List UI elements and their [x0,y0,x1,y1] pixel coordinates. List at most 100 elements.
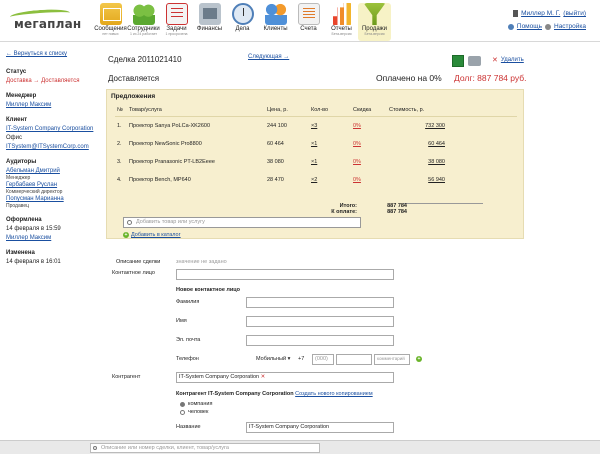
row-qty[interactable]: ×1 [311,141,317,147]
row-cost[interactable]: 38 080 [428,159,445,165]
radio-person[interactable]: человек [180,409,208,415]
counterparty-subtitle: Контрагент IT-System Company Corporation… [176,391,373,397]
row-product[interactable]: Проектор Bench, MP640 [127,171,265,189]
col-number: № [115,104,127,117]
phone-area-input[interactable]: (000) [312,354,334,365]
nav-sub: 1 из 24 работает [129,32,158,36]
auditor-link[interactable]: Абельман Дмитрий [6,168,60,174]
debt-amount: Долг: 887 784 руб. [454,73,527,83]
contact-input[interactable] [176,269,394,280]
export-tools [452,55,481,67]
issued-by-link[interactable]: Миллер Максим [6,235,51,241]
row-qty[interactable]: ×2 [311,177,317,183]
to-pay-value: 887 784 [387,209,407,215]
nav-sales[interactable]: Продажи Бета-версия [358,3,391,41]
add-phone-icon[interactable]: + [416,356,422,362]
table-row[interactable]: 2. Проектор NewSonic Pro8800 60 464 ×1 0… [115,135,517,153]
next-deal-link[interactable]: Следующая → [248,54,289,60]
contact-label: Контактное лицо [112,270,155,276]
row-price: 28 470 [267,176,284,183]
add-to-catalog[interactable]: + Добавить в каталог [123,232,181,238]
remove-token-icon[interactable]: ✕ [261,374,266,380]
logout-link[interactable]: (выйти) [563,10,586,17]
col-product: Товар/услуга [127,104,265,117]
phone-comment-input[interactable]: комментарий [374,354,410,365]
to-pay-label: К оплате: [331,209,357,215]
bottom-search-placeholder: Описание или номер сделки, клиент, товар… [101,445,229,451]
nav-tasks[interactable]: Задачи 1 просрочена [160,3,193,41]
table-row[interactable]: 3. Проектор Pranasonic PT-LB2Eeee 38 080… [115,153,517,171]
row-cost[interactable]: 56 940 [428,177,445,183]
nav-messages[interactable]: Сообщения нет новых [94,3,127,41]
funnel-icon [363,3,386,25]
surname-input[interactable] [246,297,394,308]
description-hint[interactable]: значение не задано [176,259,227,265]
row-discount[interactable]: 0% [353,123,361,129]
title-input[interactable]: IT-System Company Corporation [246,422,394,433]
nav-invoices[interactable]: Счета [292,3,325,41]
finance-icon [198,3,221,25]
table-row[interactable]: 4. Проектор Bench, MP640 28 470 ×2 0% 56… [115,171,517,189]
row-cost[interactable]: 732 300 [425,123,445,129]
nav-finance[interactable]: Финансы [193,3,226,41]
settings-link[interactable]: Настройка [554,23,586,30]
name-label: Имя [176,318,187,324]
invoices-icon [297,3,320,25]
col-cost: Стоимость, р. [387,104,447,117]
search-icon [93,446,97,450]
user-name-link[interactable]: Миллер М. Г. [521,10,560,17]
client-email-link[interactable]: ITSystem@ITSystemCorp.com [6,144,89,150]
email-input[interactable] [246,335,394,346]
help-link[interactable]: Помощь [517,23,542,30]
phone-type-select[interactable]: Мобильный ▾ [256,356,290,362]
nav-label: Счета [300,26,317,32]
nav-label: Финансы [196,26,223,32]
table-row[interactable]: 1. Проектор Sanya PoLCa-XK2600 244 100 ×… [115,117,517,135]
client-heading: Клиент [6,117,28,123]
client-link[interactable]: IT-System Company Corporation [6,126,93,132]
auditors-heading: Аудиторы [6,159,37,165]
auditor-link[interactable]: Попусман Марианна [6,196,64,202]
bottom-search-input[interactable]: Описание или номер сделки, клиент, товар… [90,443,320,453]
name-input[interactable] [246,316,394,327]
back-to-list-link[interactable]: ← Вернуться к списку [6,51,100,57]
delete-action[interactable]: ✕ Удалить [492,56,524,64]
issued-heading: Оформлена [6,217,42,223]
radio-company[interactable]: компания [180,401,212,407]
row-product[interactable]: Проектор Sanya PoLCa-XK2600 [127,117,265,135]
print-icon[interactable] [468,56,481,66]
megaplan-logo[interactable]: мегаплан [9,7,84,32]
add-product-placeholder: Добавить товар или услугу [136,219,205,225]
add-product-input[interactable]: Добавить товар или услугу [123,217,361,228]
nav-clients[interactable]: Клиенты [259,3,292,41]
delete-link[interactable]: Удалить [501,57,524,63]
manager-link[interactable]: Миллер Максим [6,102,51,108]
logo-text: мегаплан [14,17,82,31]
row-product[interactable]: Проектор NewSonic Pro8800 [127,135,265,153]
phone-code: +7 [298,356,305,362]
row-discount[interactable]: 0% [353,159,361,165]
row-cost[interactable]: 60 464 [428,141,445,147]
row-number: 3. [117,158,122,165]
row-qty[interactable]: ×1 [311,159,317,165]
radio-checked-icon [180,401,185,407]
create-copy-link[interactable]: Создать нового копированием [295,391,372,397]
counterparty-input[interactable]: IT-System Company Corporation ✕ [176,372,394,383]
row-discount[interactable]: 0% [353,141,361,147]
gear-icon [545,23,551,30]
changed-heading: Изменена [6,250,35,256]
nav-employees[interactable]: Сотрудники 1 из 24 работает [127,3,160,41]
row-product[interactable]: Проектор Pranasonic PT-LB2Eeee [127,153,265,171]
excel-export-icon[interactable] [452,55,464,67]
nav-sub: нет новых [102,32,119,36]
add-to-catalog-link[interactable]: Добавить в каталог [131,232,181,238]
manager-heading: Менеджер [6,93,37,99]
nav-deals[interactable]: Дела [226,3,259,41]
phone-number-input[interactable] [336,354,372,365]
row-discount[interactable]: 0% [353,177,361,183]
auditor-link[interactable]: Гербабаев Руслан [6,182,57,188]
nav-reports[interactable]: Отчеты Бета-версия [325,3,358,41]
status-value: Доставка → Доставляется [6,78,80,84]
row-qty[interactable]: ×3 [311,123,317,129]
radio-unchecked-icon [180,409,185,415]
